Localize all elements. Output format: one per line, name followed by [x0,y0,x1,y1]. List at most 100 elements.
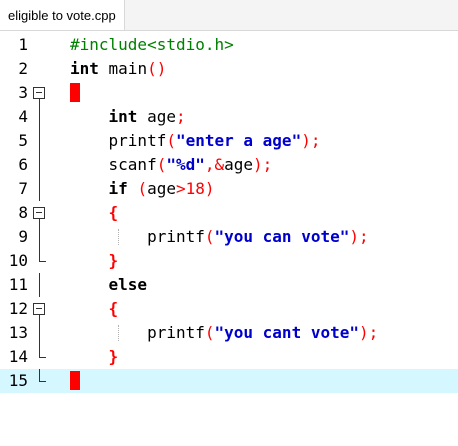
indent-guide [118,325,119,341]
fold-line [33,321,47,345]
code-token: ); [359,323,379,342]
code-token: ( [166,131,176,150]
code-text: { [70,81,80,105]
code-line[interactable]: 11 else [0,273,458,297]
code-token: printf [70,131,167,150]
code-token: int [108,107,138,126]
code-text: int age; [70,105,186,129]
line-number: 13 [8,323,28,342]
code-token: "%d" [166,155,205,174]
code-line[interactable]: 6 scanf("%d",&age); [0,153,458,177]
code-token: "you cant vote" [214,323,360,342]
line-number: 11 [8,275,28,294]
code-token: () [147,59,167,78]
code-token: ( [137,179,148,198]
code-token: int [70,59,99,78]
code-token: "you can vote" [214,227,350,246]
code-token: ( [204,227,215,246]
code-token: #include<stdio.h> [70,35,234,54]
fold-end-icon [33,249,47,273]
line-number: 1 [18,35,28,54]
code-token: age [137,107,176,126]
fold-line [33,129,47,153]
code-token: ) [204,179,215,198]
code-text: else [70,273,148,297]
code-token: ); [253,155,273,174]
code-token: > [175,179,186,198]
code-token: printf [70,323,205,342]
code-text: } [70,345,119,369]
code-token: { [108,299,119,318]
code-line[interactable]: 14 } [0,345,458,369]
line-number: 12 [8,299,28,318]
line-number: 5 [18,131,28,150]
line-number: 4 [18,107,28,126]
code-line[interactable]: 2 int main() [0,57,458,81]
code-text: if (age>18) [70,177,215,201]
fold-toggle-icon[interactable] [33,81,47,105]
code-token: ( [204,323,215,342]
fold-toggle-icon[interactable] [33,297,47,321]
code-token: } [108,251,119,270]
code-token: scanf [70,155,157,174]
line-number: 7 [18,179,28,198]
code-token: ); [301,131,321,150]
fold-line [33,153,47,177]
code-line[interactable]: 5 printf("enter a age"); [0,129,458,153]
code-editor[interactable]: 1 #include<stdio.h> 2 int main() 3{4 int age… [0,31,458,446]
line-number: 3 [18,83,28,102]
code-token: "enter a age" [175,131,302,150]
code-text: scanf("%d",&age); [70,153,273,177]
line-number: 15 [8,371,28,390]
code-text: { [70,201,119,225]
code-token: ); [349,227,369,246]
code-token: 18 [185,179,205,198]
indent-guide [118,229,119,245]
code-line[interactable]: 10 } [0,249,458,273]
code-text: } [70,369,80,393]
code-token: age [147,179,176,198]
code-text: printf("you can vote"); [70,225,369,249]
fold-line [33,177,47,201]
file-tab-label: eligible to vote.cpp [8,7,116,23]
code-token: ; [175,107,186,126]
fold-line [33,105,47,129]
code-line[interactable]: 9 printf("you can vote"); [0,225,458,249]
line-number: 9 [18,227,28,246]
code-text: printf("you cant vote"); [70,321,378,345]
code-line[interactable]: 12 { [0,297,458,321]
code-token: ( [156,155,167,174]
code-token: printf [70,227,205,246]
file-tab[interactable]: eligible to vote.cpp [0,0,125,30]
fold-toggle-icon[interactable] [33,201,47,225]
fold-line [33,225,47,249]
code-text: #include<stdio.h> [70,33,234,57]
line-number: 2 [18,59,28,78]
code-line[interactable]: 7 if (age>18) [0,177,458,201]
line-number: 10 [8,251,28,270]
code-line[interactable]: 4 int age; [0,105,458,129]
code-line[interactable]: 8 { [0,201,458,225]
code-text: int main() [70,57,166,81]
code-line[interactable]: 3{ [0,81,458,105]
code-token: age [224,155,254,174]
matched-brace: { [70,83,80,102]
code-line[interactable]: 13 printf("you cant vote"); [0,321,458,345]
matched-brace: } [70,371,80,390]
code-text: { [70,297,119,321]
fold-line [33,273,47,297]
line-number: 6 [18,155,28,174]
code-line[interactable]: 1 #include<stdio.h> [0,33,458,57]
tab-bar: eligible to vote.cpp [0,0,458,31]
code-text: printf("enter a age"); [70,129,321,153]
code-token: ,& [204,155,225,174]
code-line[interactable]: 15} [0,369,458,393]
